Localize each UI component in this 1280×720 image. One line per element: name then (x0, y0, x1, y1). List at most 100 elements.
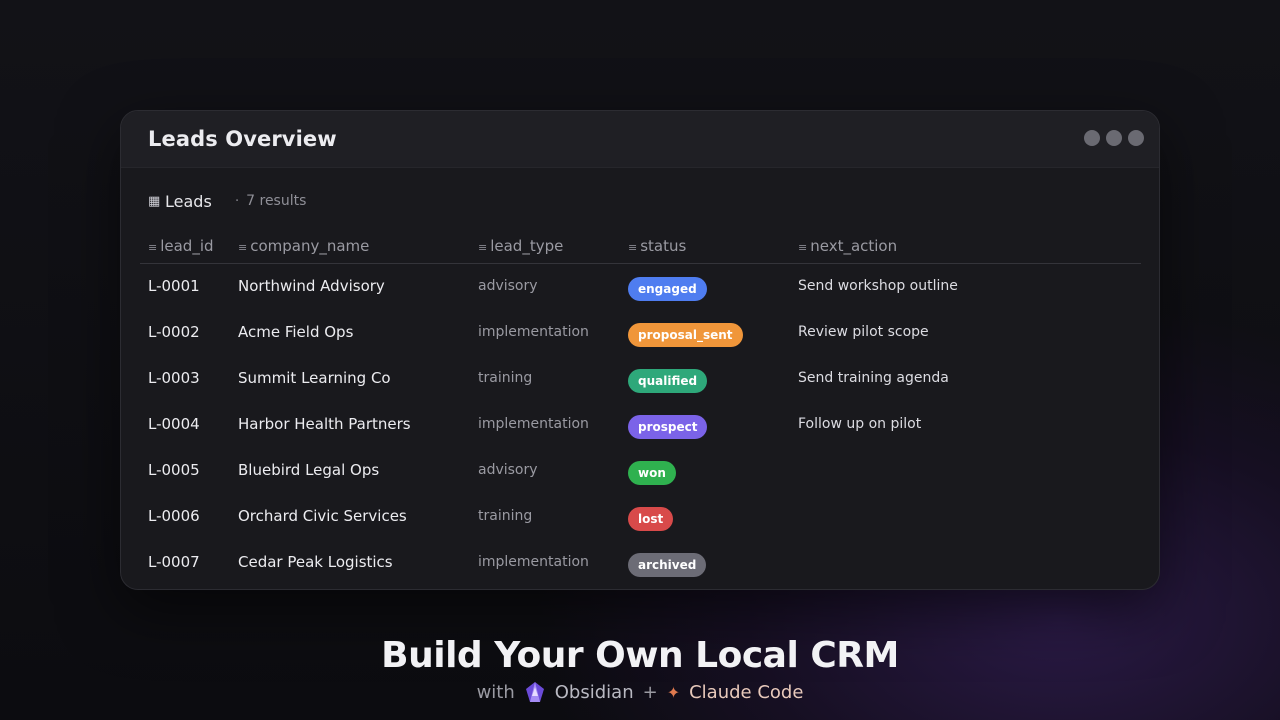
status-badge: archived (628, 553, 707, 577)
cell-company-name[interactable]: Acme Field Ops (230, 309, 470, 355)
cell-company-name[interactable]: Summit Learning Co (230, 355, 470, 401)
status-badge: qualified (628, 369, 708, 393)
cell-text: Orchard Civic Services (238, 507, 407, 525)
column-header-lead-type[interactable]: ≡ lead_type (470, 230, 620, 264)
footer: Build Your Own Local CRM with Obsidian +… (0, 632, 1280, 703)
cell-lead-id[interactable]: L-0006 (140, 493, 230, 539)
cell-status[interactable]: qualified (620, 355, 790, 401)
leads-window: Leads Overview ▦ Leads · 7 results ≡ lead… (120, 110, 1160, 590)
cell-company-name[interactable]: Cedar Peak Logistics (230, 539, 470, 585)
cell-text: advisory (478, 278, 538, 295)
cell-text: Review pilot scope (798, 324, 929, 340)
cell-text: L-0004 (148, 415, 200, 433)
text-icon: ≡ (238, 240, 248, 254)
window-controls (1084, 130, 1144, 146)
cell-text: implementation (478, 416, 589, 432)
leads-table: ≡ lead_id ≡ company_name ≡ lead_type ≡ status ≡ n… (140, 230, 1141, 585)
cell-text: L-0005 (148, 461, 200, 479)
window-dot-icon[interactable] (1084, 130, 1100, 146)
cell-lead-type[interactable]: advisory (470, 263, 620, 309)
results-count: 7 results (246, 193, 307, 209)
cell-text: L-0006 (148, 507, 200, 525)
status-badge: engaged (628, 277, 707, 302)
subline: with Obsidian + ✦ Claude Code (0, 681, 1280, 703)
window-title: Leads Overview (148, 127, 337, 151)
cell-text: Acme Field Ops (238, 323, 354, 341)
cell-next-action[interactable] (790, 447, 1141, 493)
cell-lead-id[interactable]: L-0001 (140, 263, 230, 309)
cell-text: L-0007 (148, 553, 200, 571)
window-dot-icon[interactable] (1106, 130, 1122, 146)
cell-status[interactable]: lost (620, 493, 790, 539)
cell-text: Harbor Health Partners (238, 415, 411, 433)
table-row[interactable]: L-0006 Orchard Civic Services training lost (140, 493, 1141, 539)
cell-next-action[interactable]: Send workshop outline (790, 263, 1141, 309)
status-badge: lost (628, 507, 674, 531)
table-row[interactable]: L-0005 Bluebird Legal Ops advisory won (140, 447, 1141, 493)
results-separator: · (235, 193, 240, 209)
cell-text: training (478, 508, 533, 524)
cell-company-name[interactable]: Orchard Civic Services (230, 493, 470, 539)
cell-text: Send training agenda (798, 370, 949, 386)
cell-lead-id[interactable]: L-0007 (140, 539, 230, 585)
window-dot-icon[interactable] (1128, 130, 1144, 146)
text-icon: ≡ (478, 240, 488, 254)
cell-next-action[interactable]: Review pilot scope (790, 309, 1141, 355)
cell-lead-type[interactable]: training (470, 493, 620, 539)
window-titlebar: Leads Overview (121, 111, 1159, 168)
cell-status[interactable]: archived (620, 539, 790, 585)
cell-text: Cedar Peak Logistics (238, 553, 393, 571)
column-header-status[interactable]: ≡ status (620, 230, 790, 264)
cell-text: Northwind Advisory (238, 277, 385, 296)
cell-status[interactable]: proposal_sent (620, 309, 790, 355)
table-row[interactable]: L-0001 Northwind Advisory advisory engaged S… (140, 263, 1141, 309)
table-body: L-0001 Northwind Advisory advisory engaged S… (140, 263, 1141, 585)
column-header-lead-id[interactable]: ≡ lead_id (140, 230, 230, 264)
cell-lead-id[interactable]: L-0005 (140, 447, 230, 493)
cell-lead-type[interactable]: advisory (470, 447, 620, 493)
cell-text: advisory (478, 462, 538, 478)
cell-text: L-0001 (148, 277, 200, 296)
table-header-row: ≡ lead_id ≡ company_name ≡ lead_type ≡ status ≡ n… (140, 230, 1141, 264)
table-icon: ▦ (148, 193, 161, 209)
table-row[interactable]: L-0004 Harbor Health Partners implementati… (140, 401, 1141, 447)
text-icon: ≡ (148, 240, 158, 254)
status-badge: proposal_sent (628, 323, 743, 347)
cell-text: Send workshop outline (798, 278, 958, 295)
headline: Build Your Own Local CRM (381, 635, 899, 676)
cell-text: implementation (478, 554, 589, 570)
cell-status[interactable]: won (620, 447, 790, 493)
table-row[interactable]: L-0002 Acme Field Ops implementation propos… (140, 309, 1141, 355)
cell-text: Follow up on pilot (798, 416, 922, 432)
cell-lead-type[interactable]: implementation (470, 401, 620, 447)
column-header-next-action[interactable]: ≡ next_action (790, 230, 1141, 264)
cell-next-action[interactable]: Send training agenda (790, 355, 1141, 401)
column-header-company-name[interactable]: ≡ company_name (230, 230, 470, 264)
cell-lead-id[interactable]: L-0004 (140, 401, 230, 447)
column-label: lead_id (160, 236, 214, 255)
cell-text: training (478, 370, 533, 386)
base-header: ▦ Leads · 7 results (140, 168, 1141, 230)
cell-lead-id[interactable]: L-0003 (140, 355, 230, 401)
cell-lead-type[interactable]: implementation (470, 309, 620, 355)
column-label: next_action (810, 236, 898, 255)
cell-company-name[interactable]: Harbor Health Partners (230, 401, 470, 447)
cell-next-action[interactable]: Follow up on pilot (790, 401, 1141, 447)
column-label: company_name (250, 236, 370, 255)
cell-lead-id[interactable]: L-0002 (140, 309, 230, 355)
cell-lead-type[interactable]: implementation (470, 539, 620, 585)
base-view: ▦ Leads · 7 results ≡ lead_id ≡ company_nam… (121, 168, 1159, 585)
cell-text: L-0003 (148, 369, 200, 387)
cell-next-action[interactable] (790, 539, 1141, 585)
cell-company-name[interactable]: Northwind Advisory (230, 263, 470, 309)
text-icon: ≡ (798, 240, 808, 254)
cell-company-name[interactable]: Bluebird Legal Ops (230, 447, 470, 493)
cell-lead-type[interactable]: training (470, 355, 620, 401)
table-row[interactable]: L-0007 Cedar Peak Logistics implementation… (140, 539, 1141, 585)
base-name[interactable]: Leads (165, 192, 235, 211)
cell-status[interactable]: engaged (620, 263, 790, 309)
cell-status[interactable]: prospect (620, 401, 790, 447)
table-row[interactable]: L-0003 Summit Learning Co training qualifie… (140, 355, 1141, 401)
cell-text: L-0002 (148, 323, 200, 341)
cell-next-action[interactable] (790, 493, 1141, 539)
